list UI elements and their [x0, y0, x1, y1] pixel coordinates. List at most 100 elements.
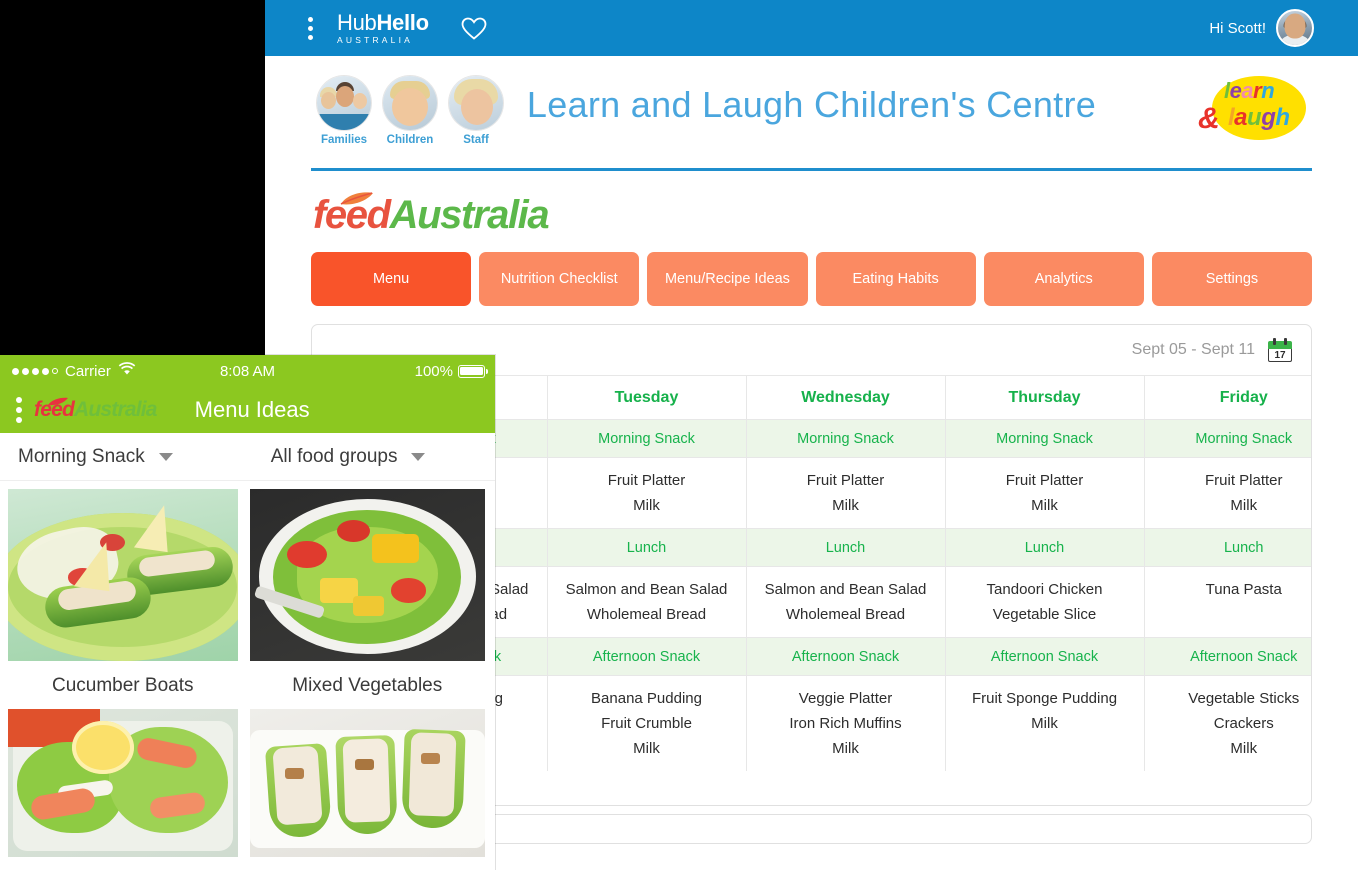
logo-ampersand: & — [1198, 102, 1220, 135]
salmon-lettuce-cups-photo — [8, 709, 238, 857]
meal-label-tuesday: Lunch — [547, 528, 747, 567]
celery-sticks-photo — [249, 709, 485, 857]
brand-hello: Hello — [376, 9, 429, 35]
meal-label-tuesday: Afternoon Snack — [547, 637, 747, 676]
food-item: Milk — [832, 497, 859, 514]
hubhello-logo[interactable]: HubHello AUSTRALIA — [337, 9, 429, 45]
food-cell-thursday[interactable]: Fruit Platter Milk — [945, 457, 1145, 529]
food-item: Tandoori Chicken — [986, 581, 1103, 598]
calendar-day-number: 17 — [1274, 349, 1286, 361]
staff-label: Staff — [463, 134, 489, 146]
brand-australia: Australia — [73, 398, 157, 421]
centre-header: Families Children Staff Learn and Laugh … — [265, 56, 1358, 168]
meal-label-tuesday: Morning Snack — [547, 419, 747, 458]
food-item: Fruit Platter — [1005, 472, 1084, 489]
food-item: Milk — [1230, 497, 1258, 514]
recipe-card-grid: Cucumber Boats Mixed Vegetables — [0, 481, 495, 857]
kebab-menu-icon[interactable] — [305, 16, 315, 40]
food-item: Milk — [1031, 497, 1058, 514]
food-item: Fruit Platter — [607, 472, 686, 489]
food-cell-tuesday[interactable]: Salmon and Bean Salad Wholemeal Bread — [547, 566, 747, 638]
food-item: Vegetable Slice — [992, 606, 1097, 623]
food-group-dropdown[interactable]: All food groups — [271, 446, 426, 468]
food-group-value: All food groups — [270, 445, 398, 467]
children-label: Children — [386, 134, 434, 146]
meal-label-thursday: Afternoon Snack — [945, 637, 1145, 676]
chevron-down-icon — [411, 452, 426, 461]
logo-laugh-text: laugh — [1228, 104, 1290, 131]
food-item: Fruit Platter — [1204, 472, 1283, 489]
battery-full-icon — [458, 364, 488, 378]
food-item: Tuna Pasta — [1205, 581, 1282, 598]
card-column-right: Mixed Vegetables — [248, 481, 496, 857]
food-item: Milk — [633, 497, 660, 514]
meal-label-friday: Afternoon Snack — [1144, 637, 1311, 676]
kebab-menu-icon[interactable] — [16, 397, 22, 423]
food-item: Vegetable Sticks — [1188, 690, 1300, 707]
food-item: Salmon and Bean Salad — [565, 581, 728, 598]
food-cell-friday[interactable]: Vegetable Sticks Crackers Milk — [1144, 675, 1311, 771]
page-title: Learn and Laugh Children's Centre — [526, 84, 1097, 125]
tab-analytics[interactable]: Analytics — [983, 252, 1144, 306]
cucumber-boats-photo — [8, 489, 238, 661]
tab-eating-habits[interactable]: Eating Habits — [815, 252, 976, 306]
meal-type-value: Morning Snack — [18, 445, 145, 467]
meal-label-friday: Lunch — [1144, 528, 1311, 567]
date-range-label: Sept 05 - Sept 11 — [1131, 341, 1255, 358]
food-cell-wednesday[interactable]: Fruit Platter Milk — [746, 457, 946, 529]
food-item: Milk — [1031, 715, 1058, 732]
food-item: Fruit Sponge Pudding — [971, 690, 1118, 707]
recipe-card-caption: Mixed Vegetables — [292, 675, 443, 696]
food-cell-wednesday[interactable]: Veggie Platter Iron Rich Muffins Milk — [746, 675, 946, 771]
mixed-vegetables-photo — [249, 489, 485, 661]
food-item: Fruit Crumble — [601, 715, 692, 732]
food-item: Wholemeal Bread — [785, 606, 906, 623]
food-item: Iron Rich Muffins — [789, 715, 902, 732]
mobile-app-overlay: Carrier 8:08 AM 100% feedAustralia Menu … — [0, 355, 495, 870]
learn-and-laugh-logo[interactable]: & learn laugh — [1198, 72, 1318, 146]
mobile-nav-bar: feedAustralia Menu Ideas — [0, 387, 495, 433]
filter-bar: Morning Snack All food groups — [0, 433, 495, 481]
meal-label-thursday: Morning Snack — [945, 419, 1145, 458]
food-cell-friday[interactable]: Fruit Platter Milk — [1144, 457, 1311, 529]
column-header-tuesday: Tuesday — [547, 375, 747, 420]
food-cell-tuesday[interactable]: Banana Pudding Fruit Crumble Milk — [547, 675, 747, 771]
column-header-wednesday: Wednesday — [746, 375, 946, 420]
brand-australia: Australia — [389, 193, 550, 237]
ios-status-bar: Carrier 8:08 AM 100% — [0, 355, 495, 387]
tab-menu[interactable]: Menu — [311, 252, 472, 306]
food-cell-thursday[interactable]: Fruit Sponge Pudding Milk — [945, 675, 1145, 771]
brand-subtitle: AUSTRALIA — [337, 34, 414, 45]
feed-australia-brand: feedAustralia — [265, 171, 1358, 252]
user-area: Hi Scott! — [1209, 0, 1314, 56]
top-navigation-bar: HubHello AUSTRALIA Hi Scott! — [265, 0, 1358, 56]
greeting-text: Hi Scott! — [1209, 19, 1266, 37]
calendar-icon[interactable]: 17 — [1267, 337, 1293, 363]
food-cell-thursday[interactable]: Tandoori Chicken Vegetable Slice — [945, 566, 1145, 638]
background-black-area — [0, 0, 265, 355]
brand-hub: Hub — [337, 9, 377, 35]
heart-icon[interactable] — [461, 17, 487, 40]
food-cell-wednesday[interactable]: Salmon and Bean Salad Wholemeal Bread — [746, 566, 946, 638]
mobile-page-title: Menu Ideas — [194, 397, 310, 422]
avatar[interactable] — [1276, 9, 1314, 47]
card-column-left: Cucumber Boats — [0, 481, 248, 857]
food-cell-tuesday[interactable]: Fruit Platter Milk — [547, 457, 747, 529]
recipe-card[interactable]: Cucumber Boats — [8, 489, 238, 709]
food-item: Milk — [633, 740, 660, 757]
recipe-card[interactable] — [8, 709, 238, 857]
meal-label-wednesday: Lunch — [746, 528, 946, 567]
food-cell-friday[interactable]: Tuna Pasta — [1144, 566, 1311, 638]
tab-menu-recipe-ideas[interactable]: Menu/Recipe Ideas — [647, 252, 808, 306]
tab-nutrition-checklist[interactable]: Nutrition Checklist — [479, 252, 640, 306]
recipe-card[interactable]: Mixed Vegetables — [249, 489, 485, 709]
food-item: Veggie Platter — [798, 690, 893, 707]
food-item: Milk — [1230, 740, 1258, 757]
screen: HubHello AUSTRALIA Hi Scott! Families Ch… — [0, 0, 1358, 870]
feed-australia-logo[interactable]: feedAustralia — [34, 397, 157, 422]
recipe-card-caption: Cucumber Boats — [51, 675, 194, 696]
tab-settings[interactable]: Settings — [1151, 252, 1313, 306]
recipe-card[interactable] — [249, 709, 485, 857]
meal-type-dropdown[interactable]: Morning Snack — [18, 446, 173, 468]
leaf-icon — [340, 192, 373, 205]
